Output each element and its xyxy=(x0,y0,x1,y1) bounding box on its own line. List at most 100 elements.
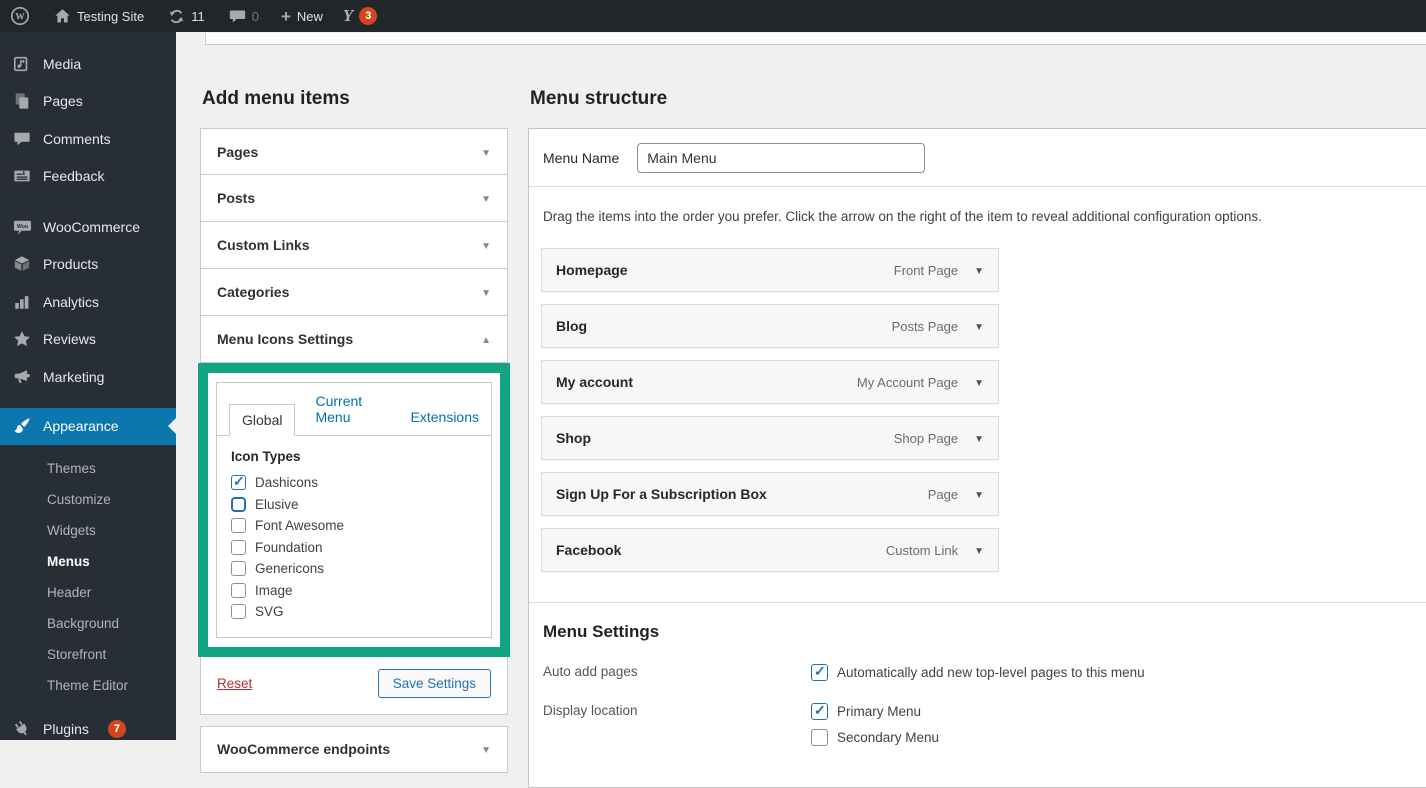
icon-type-image[interactable]: Image xyxy=(231,580,477,602)
menu-name-input[interactable] xyxy=(637,143,925,173)
accordion-title: Menu Icons Settings xyxy=(217,331,353,347)
icon-type-elusive[interactable]: Elusive xyxy=(231,494,477,516)
sidebar-item-reviews[interactable]: Reviews xyxy=(0,321,176,359)
admin-bar-yoast[interactable]: Y 3 xyxy=(343,6,377,26)
tab-current-menu[interactable]: Current Menu xyxy=(315,393,390,435)
menu-item-blog[interactable]: Blog Posts Page xyxy=(541,304,999,348)
checkbox[interactable] xyxy=(231,518,246,533)
checkbox-checked[interactable] xyxy=(811,664,828,681)
checkbox-focused[interactable] xyxy=(231,497,246,512)
feedback-icon xyxy=(12,167,32,185)
submenu-item-theme-editor[interactable]: Theme Editor xyxy=(0,670,176,701)
panel-gap xyxy=(200,715,508,726)
sidebar-item-label: Analytics xyxy=(43,294,99,310)
comment-bubble-icon xyxy=(229,8,246,25)
chevron-down-icon xyxy=(481,740,491,758)
icon-type-svg[interactable]: SVG xyxy=(231,601,477,623)
sidebar-item-label: Marketing xyxy=(43,369,104,385)
menu-item-my-account[interactable]: My account My Account Page xyxy=(541,360,999,404)
icon-types-heading: Icon Types xyxy=(231,449,477,464)
yoast-seo-icon: Y xyxy=(343,6,353,26)
accordion-title: WooCommerce endpoints xyxy=(217,741,390,757)
update-count: 11 xyxy=(191,9,205,24)
sidebar-item-media[interactable]: Media xyxy=(0,45,176,83)
tab-extensions[interactable]: Extensions xyxy=(411,409,479,435)
submenu-item-widgets[interactable]: Widgets xyxy=(0,515,176,546)
sidebar-item-marketing[interactable]: Marketing xyxy=(0,358,176,396)
checkbox-label: Primary Menu xyxy=(837,704,921,719)
menu-item-homepage[interactable]: Homepage Front Page xyxy=(541,248,999,292)
menu-item-type: Page xyxy=(928,487,958,502)
save-settings-button[interactable]: Save Settings xyxy=(378,669,491,698)
checkbox-label: Genericons xyxy=(255,561,324,576)
admin-bar-comments[interactable]: 0 xyxy=(229,8,259,25)
checkbox-label: Font Awesome xyxy=(255,518,344,533)
tab-global[interactable]: Global xyxy=(229,404,295,436)
menu-item-type: Shop Page xyxy=(894,431,958,446)
submenu-label: Menus xyxy=(47,554,90,569)
accordion-posts[interactable]: Posts xyxy=(200,175,508,222)
icon-type-font-awesome[interactable]: Font Awesome xyxy=(231,515,477,537)
sidebar-item-label: Media xyxy=(43,56,81,72)
submenu-item-background[interactable]: Background xyxy=(0,608,176,639)
sidebar-item-appearance[interactable]: Appearance xyxy=(0,408,176,445)
sidebar-separator xyxy=(0,195,176,208)
icon-type-dashicons[interactable]: Dashicons xyxy=(231,472,477,494)
sidebar-item-analytics[interactable]: Analytics xyxy=(0,283,176,321)
sidebar-item-pages[interactable]: Pages xyxy=(0,83,176,121)
auto-add-pages-row: Auto add pages Automatically add new top… xyxy=(543,664,1426,681)
submenu-item-menus[interactable]: Menus xyxy=(0,546,176,577)
chevron-down-icon[interactable] xyxy=(974,485,984,503)
chevron-down-icon[interactable] xyxy=(974,317,984,335)
location-secondary-menu[interactable]: Secondary Menu xyxy=(811,729,939,746)
sidebar-item-plugins[interactable]: Plugins 7 xyxy=(0,711,176,749)
sidebar-item-comments[interactable]: Comments xyxy=(0,120,176,158)
admin-bar-new[interactable]: + New xyxy=(281,8,323,25)
submenu-item-header[interactable]: Header xyxy=(0,577,176,608)
chevron-down-icon[interactable] xyxy=(974,261,984,279)
checkbox[interactable] xyxy=(231,583,246,598)
location-primary-menu[interactable]: Primary Menu xyxy=(811,703,939,720)
home-icon xyxy=(54,8,71,25)
accordion-custom-links[interactable]: Custom Links xyxy=(200,222,508,269)
menu-item-facebook[interactable]: Facebook Custom Link xyxy=(541,528,999,572)
admin-bar-site-name[interactable]: Testing Site xyxy=(54,8,144,25)
sidebar-item-feedback[interactable]: Feedback xyxy=(0,158,176,196)
accordion-pages[interactable]: Pages xyxy=(200,128,508,175)
auto-add-pages-option[interactable]: Automatically add new top-level pages to… xyxy=(811,664,1145,681)
sidebar-item-woocommerce[interactable]: Woo WooCommerce xyxy=(0,208,176,246)
appearance-submenu: Themes Customize Widgets Menus Header Ba… xyxy=(0,445,176,701)
menu-structure-heading: Menu structure xyxy=(530,88,667,110)
chevron-down-icon[interactable] xyxy=(974,429,984,447)
menu-item-title: Blog xyxy=(556,318,587,334)
submenu-label: Themes xyxy=(47,461,96,476)
chevron-down-icon[interactable] xyxy=(974,373,984,391)
chevron-up-icon xyxy=(481,330,491,348)
icon-type-genericons[interactable]: Genericons xyxy=(231,558,477,580)
sidebar-item-products[interactable]: Products xyxy=(0,246,176,284)
checkbox-checked[interactable] xyxy=(231,475,246,490)
checkbox-checked[interactable] xyxy=(811,703,828,720)
accordion-woocommerce-endpoints[interactable]: WooCommerce endpoints xyxy=(200,726,508,773)
checkbox[interactable] xyxy=(231,540,246,555)
checkbox[interactable] xyxy=(231,561,246,576)
wp-logo-menu[interactable]: W xyxy=(10,6,30,26)
submenu-item-storefront[interactable]: Storefront xyxy=(0,639,176,670)
checkbox[interactable] xyxy=(811,729,828,746)
analytics-icon xyxy=(12,293,32,311)
marketing-megaphone-icon xyxy=(12,368,32,386)
submenu-item-customize[interactable]: Customize xyxy=(0,484,176,515)
submenu-item-themes[interactable]: Themes xyxy=(0,453,176,484)
accordion-menu-icons-settings[interactable]: Menu Icons Settings xyxy=(200,316,508,363)
accordion-categories[interactable]: Categories xyxy=(200,269,508,316)
reset-link[interactable]: Reset xyxy=(217,676,252,691)
admin-bar-updates[interactable]: 11 xyxy=(168,8,205,25)
chevron-down-icon[interactable] xyxy=(974,541,984,559)
menu-item-title: Sign Up For a Subscription Box xyxy=(556,486,767,502)
sidebar-item-label: Pages xyxy=(43,93,83,109)
checkbox[interactable] xyxy=(231,604,246,619)
menu-item-shop[interactable]: Shop Shop Page xyxy=(541,416,999,460)
icon-type-foundation[interactable]: Foundation xyxy=(231,537,477,559)
paintbrush-icon xyxy=(12,417,32,435)
menu-item-sign-up[interactable]: Sign Up For a Subscription Box Page xyxy=(541,472,999,516)
